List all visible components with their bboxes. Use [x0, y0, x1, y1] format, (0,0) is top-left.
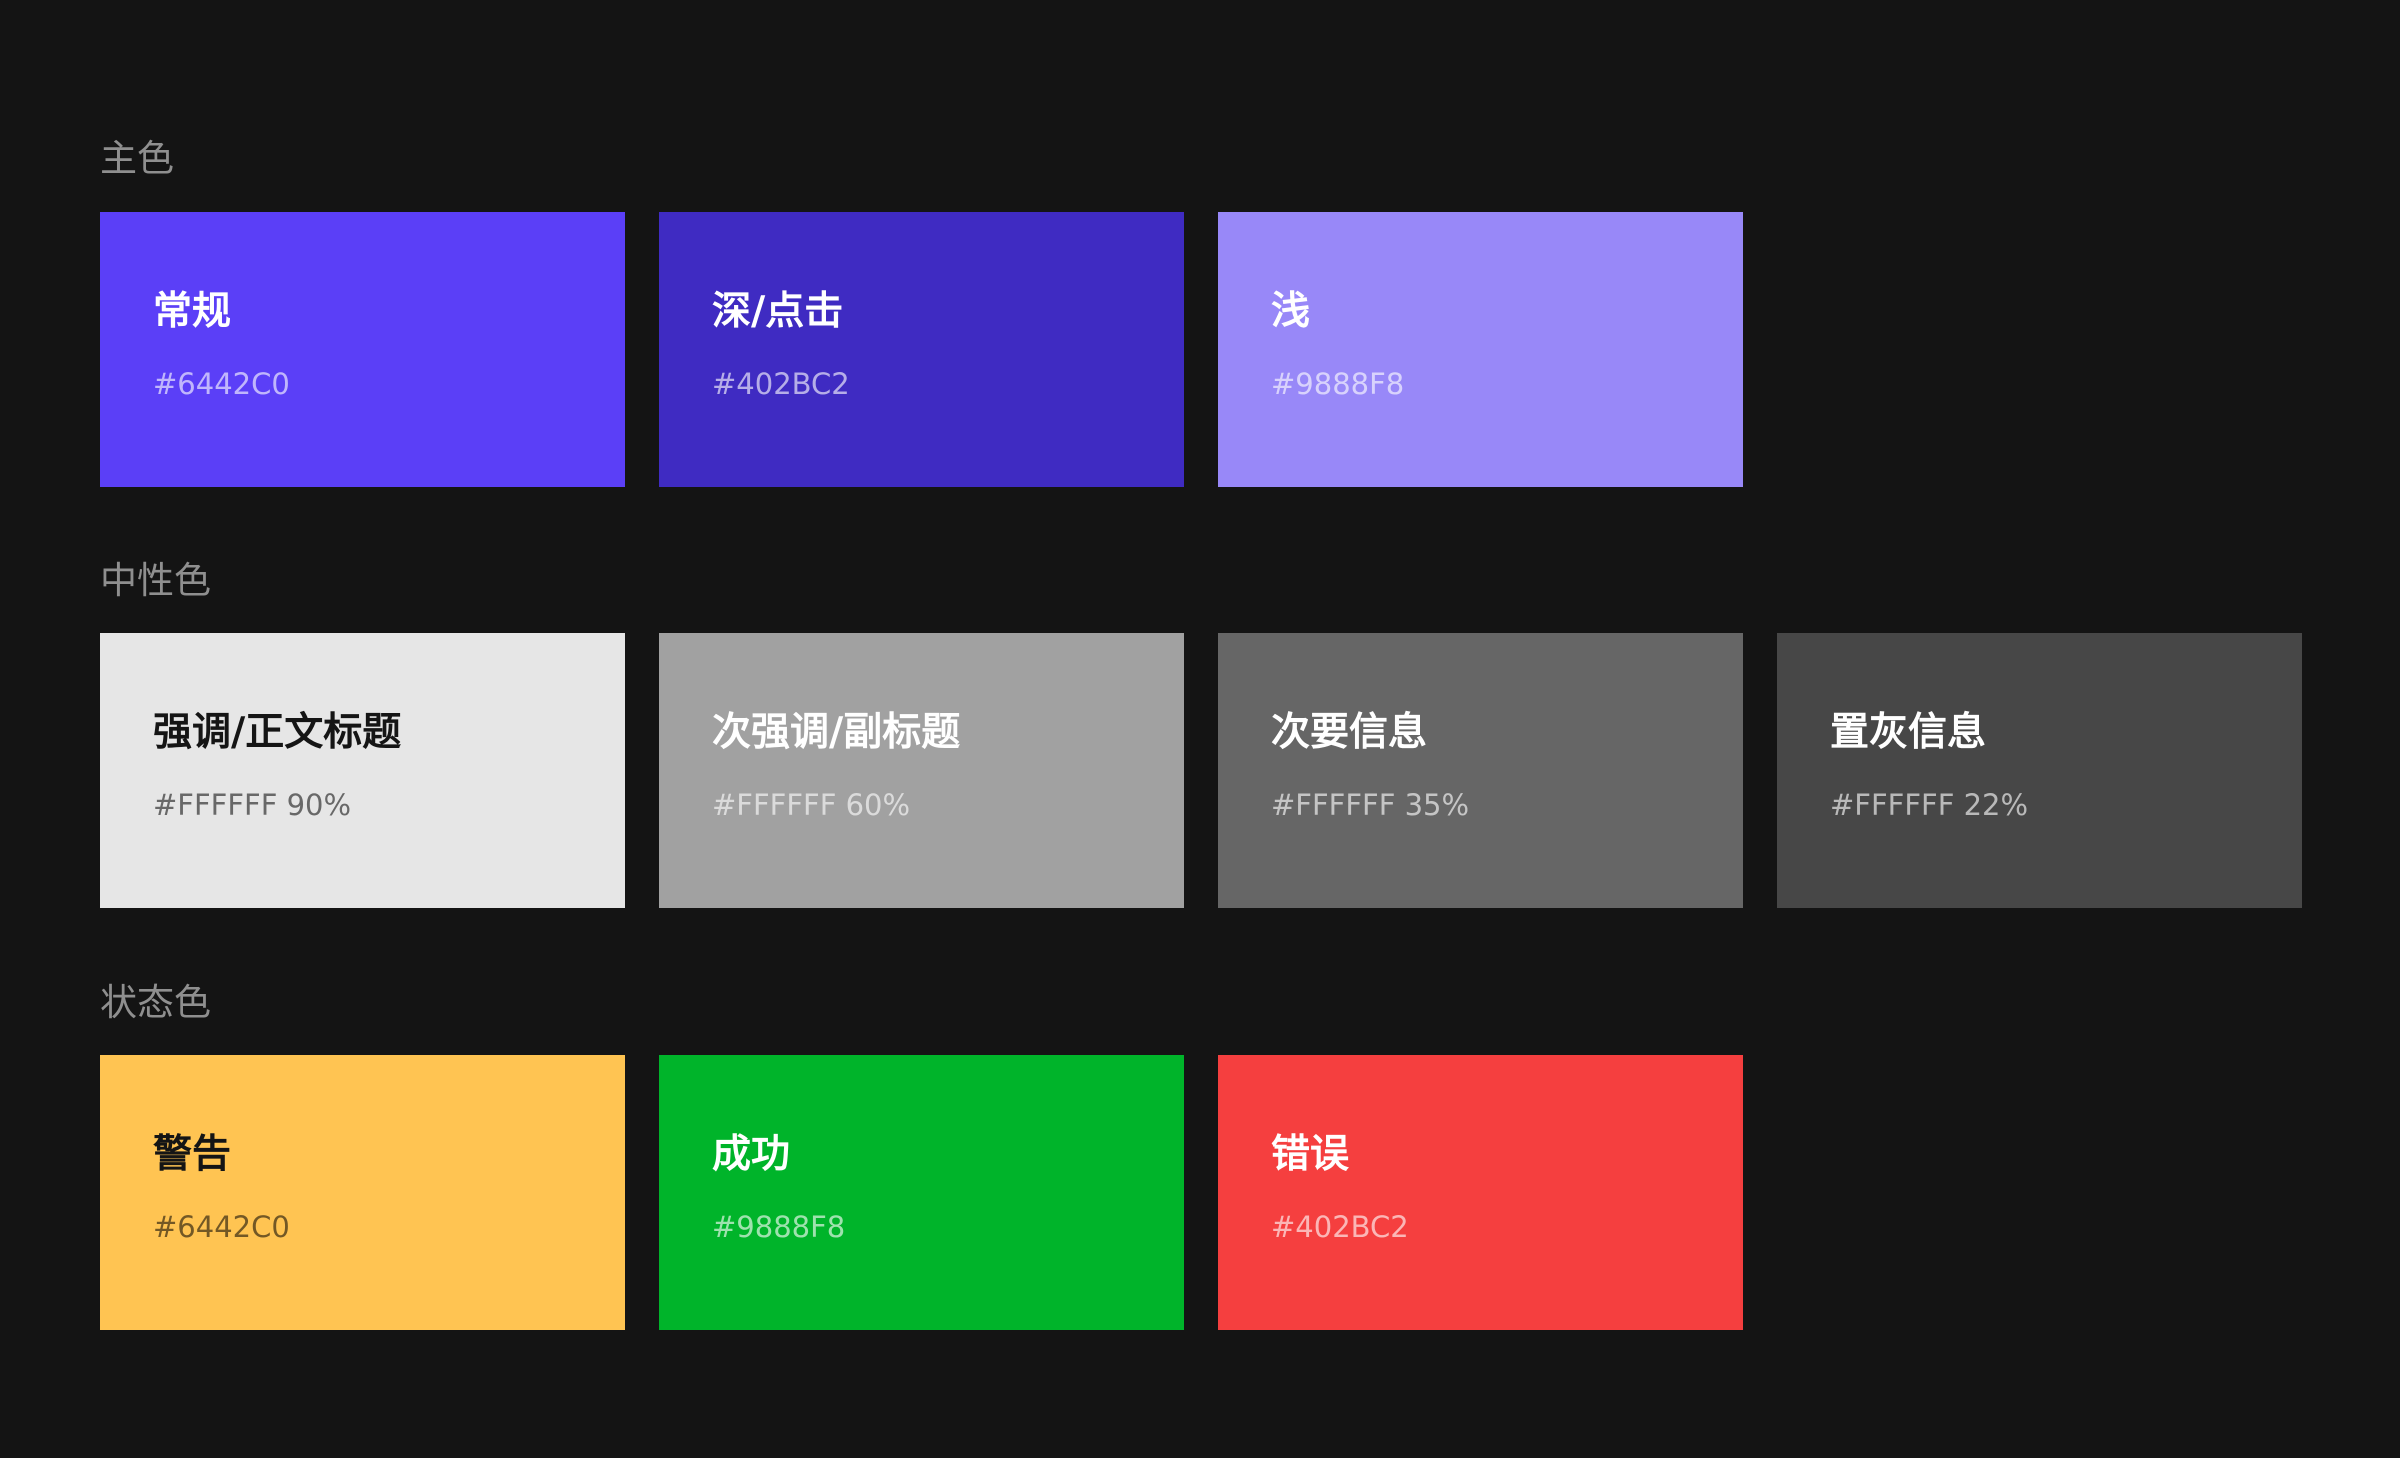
- swatch-name: 置灰信息: [1830, 710, 1987, 755]
- swatch-code: #402BC2: [712, 367, 850, 401]
- swatch-primary-dark: 深/点击 #402BC2: [659, 212, 1184, 487]
- swatch-code: #FFFFFF 90%: [153, 788, 352, 822]
- swatch-primary-light: 浅 #9888F8: [1218, 212, 1743, 487]
- swatch-code: #FFFFFF 60%: [712, 788, 911, 822]
- swatch-name: 深/点击: [712, 289, 844, 334]
- section-title-neutral: 中性色: [100, 559, 211, 602]
- swatch-code: #9888F8: [1271, 367, 1405, 401]
- swatch-neutral-minor: 次要信息 #FFFFFF 35%: [1218, 633, 1743, 908]
- swatch-name: 次要信息: [1271, 710, 1428, 755]
- swatch-name: 强调/正文标题: [153, 710, 402, 755]
- swatch-primary-regular: 常规 #6442C0: [100, 212, 625, 487]
- section-title-status: 状态色: [100, 981, 211, 1024]
- swatch-neutral-emphasis: 强调/正文标题 #FFFFFF 90%: [100, 633, 625, 908]
- swatch-code: #402BC2: [1271, 1210, 1409, 1244]
- swatch-code: #FFFFFF 35%: [1271, 788, 1470, 822]
- swatch-name: 浅: [1271, 289, 1311, 334]
- swatch-status-success: 成功 #9888F8: [659, 1055, 1184, 1330]
- swatch-code: #FFFFFF 22%: [1830, 788, 2029, 822]
- swatch-neutral-secondary: 次强调/副标题 #FFFFFF 60%: [659, 633, 1184, 908]
- swatch-name: 次强调/副标题: [712, 710, 961, 755]
- swatch-neutral-disabled: 置灰信息 #FFFFFF 22%: [1777, 633, 2302, 908]
- swatch-name: 成功: [712, 1132, 791, 1177]
- swatch-status-error: 错误 #402BC2: [1218, 1055, 1743, 1330]
- swatch-code: #6442C0: [153, 367, 290, 401]
- section-title-primary: 主色: [100, 137, 174, 180]
- swatch-name: 常规: [153, 289, 232, 334]
- swatch-name: 错误: [1271, 1132, 1350, 1177]
- swatch-code: #6442C0: [153, 1210, 290, 1244]
- swatch-name: 警告: [153, 1132, 232, 1177]
- swatch-code: #9888F8: [712, 1210, 846, 1244]
- swatch-status-warning: 警告 #6442C0: [100, 1055, 625, 1330]
